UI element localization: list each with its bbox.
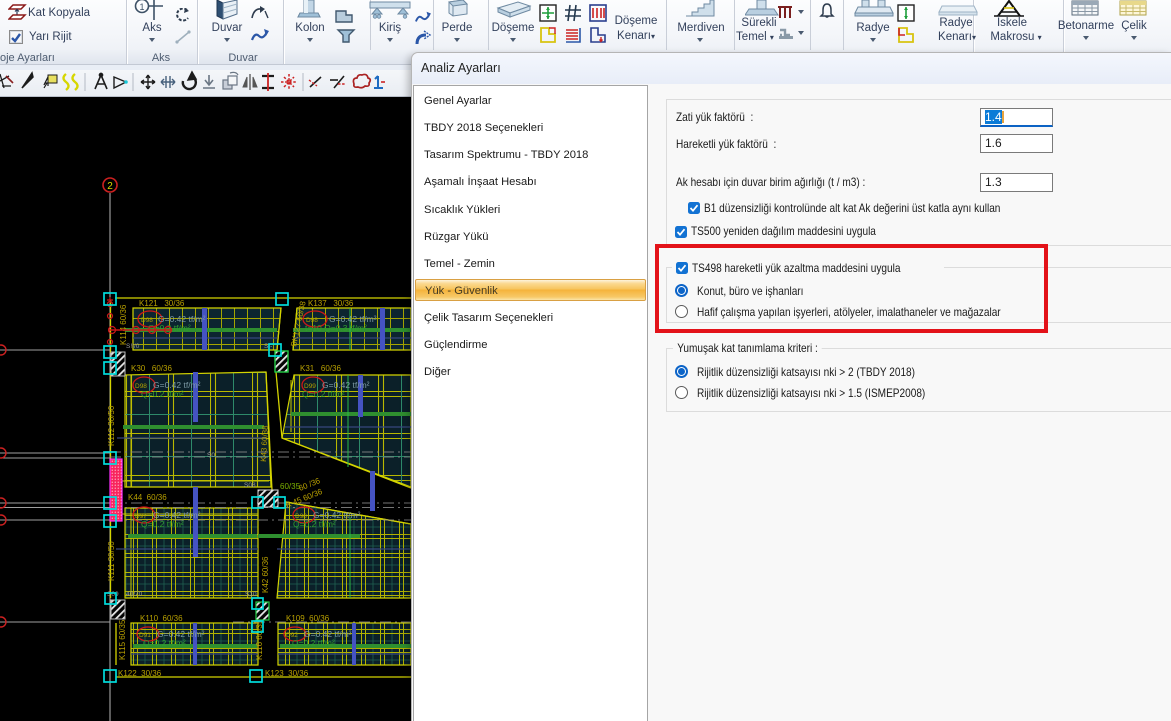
svg-text:S09: S09: [107, 591, 119, 598]
svg-text:K112 30/50: K112 30/50: [107, 405, 116, 446]
svg-text:S!!/0: S!!/0: [126, 343, 140, 350]
svg-text:1: 1: [139, 2, 144, 12]
svg-text:K44 60/36: K44 60/36: [128, 493, 167, 502]
svg-text:60/35: 60/35: [280, 482, 301, 491]
svg-text:K137 30/36: K137 30/36: [308, 299, 354, 308]
svg-text:K123 30/36: K123 30/36: [265, 669, 309, 678]
svg-text:40/70: 40/70: [126, 591, 143, 598]
svg-text:K30 60/36: K30 60/36: [131, 364, 172, 373]
svg-text:Q=0.2 tf/m²: Q=0.2 tf/m²: [141, 389, 184, 399]
svg-text:K115 60/35: K115 60/35: [118, 619, 127, 660]
svg-text:Q=0.2 tf/m²: Q=0.2 tf/m²: [292, 638, 335, 648]
svg-text:K109 60/36: K109 60/36: [286, 614, 330, 623]
svg-text:K31 60/36: K31 60/36: [300, 364, 341, 373]
svg-text:K122 30/36: K122 30/36: [118, 669, 162, 678]
svg-text:S10: S10: [245, 591, 257, 598]
svg-text:Q=0.2 tf/m²: Q=0.2 tf/m²: [143, 638, 186, 648]
svg-text:S08: S08: [244, 482, 256, 489]
svg-text:S0..: S0..: [207, 452, 219, 459]
svg-text:2: 2: [107, 181, 113, 192]
svg-text:Q=0.2 tf/m²: Q=0.2 tf/m²: [141, 519, 184, 529]
svg-text:Q=0.2 tf/m²: Q=0.2 tf/m²: [293, 519, 336, 529]
svg-text:t=10 Q=0.3 tf/m²: t=10 Q=0.3 tf/m²: [305, 323, 367, 333]
svg-text:K110 60/36: K110 60/36: [140, 614, 183, 623]
svg-text:K121 30/36: K121 30/36: [139, 299, 185, 308]
svg-text:K111 30/50: K111 30/50: [107, 541, 116, 581]
svg-text:K42 60/36: K42 60/36: [261, 556, 270, 593]
svg-text:Q=0.2 tf/m²: Q=0.2 tf/m²: [302, 389, 345, 399]
svg-text:K114 60/36: K114 60/36: [119, 304, 128, 345]
